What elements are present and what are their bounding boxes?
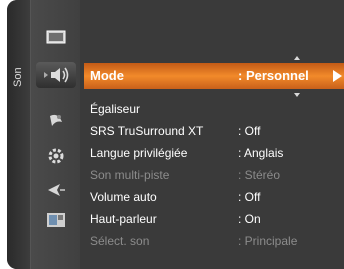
menu-icon-column [30, 0, 81, 269]
menu-item-value: : Stéréo [238, 168, 281, 182]
channel-icon[interactable] [45, 110, 67, 130]
menu-item-label: Volume auto [90, 190, 157, 204]
menu-item-label: Langue privilégiée [90, 146, 188, 160]
category-strip: Son [7, 0, 30, 269]
menu-item-value: : Off [238, 190, 261, 204]
category-label: Son [12, 67, 24, 87]
menu-item-label: SRS TruSurround XT [90, 124, 204, 138]
tv-osd-menu: Son Mode : Personnel Égaliseur SRS TruSu… [7, 0, 344, 269]
menu-item-son-multipiste: Son multi-piste : Stéréo [90, 165, 344, 185]
submenu-arrow-icon [333, 70, 342, 82]
menu-item-value: : Principale [238, 234, 298, 248]
setup-icon[interactable] [45, 146, 67, 166]
menu-item-haut-parleur[interactable]: Haut-parleur : On [90, 209, 344, 229]
menu-item-volume-auto[interactable]: Volume auto : Off [90, 187, 344, 207]
menu-item-value: : On [238, 212, 261, 226]
menu-item-egaliseur[interactable]: Égaliseur [90, 99, 344, 119]
sound-menu: Mode : Personnel Égaliseur SRS TruSurrou… [80, 0, 344, 269]
scroll-down-icon [294, 93, 300, 97]
menu-item-label: Haut-parleur [90, 212, 157, 226]
menu-item-value: : Anglais [238, 146, 284, 160]
menu-item-mode[interactable]: Mode : Personnel [84, 63, 344, 89]
menu-item-value: : Off [238, 124, 261, 138]
application-icon[interactable] [45, 210, 67, 230]
menu-item-langue[interactable]: Langue privilégiée : Anglais [90, 143, 344, 163]
menu-item-srs-trusurround[interactable]: SRS TruSurround XT : Off [90, 121, 344, 141]
input-icon[interactable] [45, 180, 67, 200]
menu-item-label: Sélect. son [90, 234, 150, 248]
menu-item-label: Son multi-piste [90, 168, 170, 182]
picture-icon[interactable] [45, 27, 67, 47]
scroll-up-icon [294, 56, 300, 60]
menu-item-label: Mode [90, 68, 124, 83]
menu-item-select-son: Sélect. son : Principale [90, 231, 344, 251]
sound-icon[interactable] [36, 62, 76, 88]
menu-item-value: : Personnel [238, 68, 309, 83]
menu-item-label: Égaliseur [90, 102, 141, 116]
